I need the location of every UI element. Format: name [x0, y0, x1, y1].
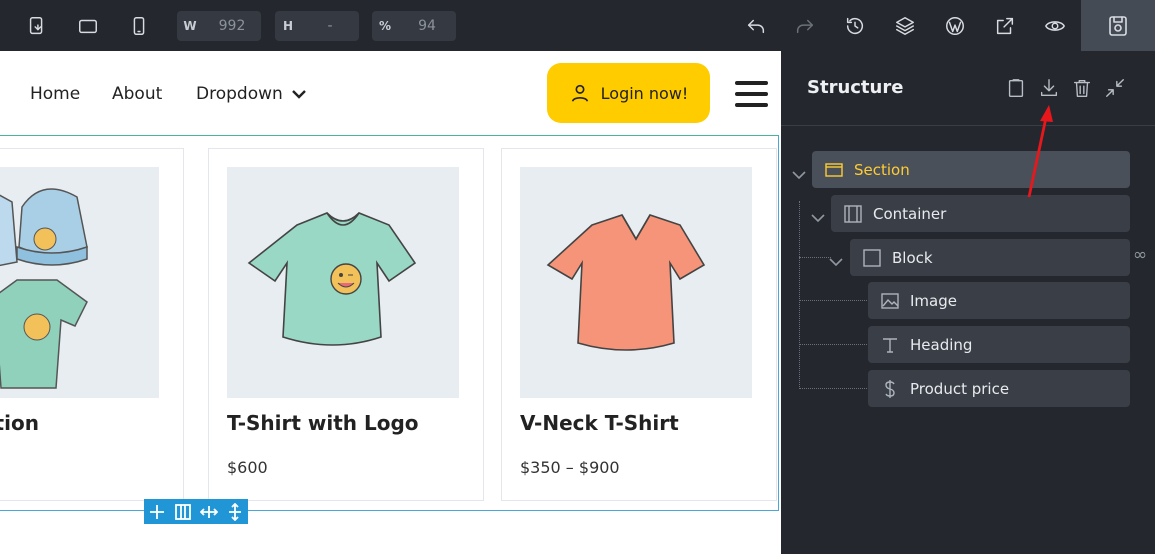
- save-icon: [1109, 15, 1127, 36]
- product-title[interactable]: V-Neck T-Shirt: [520, 411, 679, 435]
- container-icon: [843, 204, 863, 224]
- dollar-icon: [880, 379, 900, 399]
- move-vertical-icon: [229, 502, 241, 521]
- external-link-icon[interactable]: [988, 9, 1022, 43]
- product-card[interactable]: V-Neck T-Shirt $350 – $900: [501, 148, 777, 501]
- product-image-collection[interactable]: [0, 167, 159, 398]
- save-button[interactable]: [1081, 0, 1155, 51]
- trash-icon[interactable]: [1071, 77, 1094, 100]
- tree-node-image[interactable]: Image: [868, 282, 1130, 319]
- tree-line: [799, 388, 867, 389]
- mobile-portrait-icon[interactable]: [122, 9, 156, 43]
- panel-title: Structure: [807, 77, 904, 98]
- tablet-icon[interactable]: [71, 9, 105, 43]
- nav-home[interactable]: Home: [30, 84, 80, 104]
- heading-icon: [880, 335, 900, 355]
- chevron-down-icon[interactable]: [811, 208, 825, 223]
- tree-line: [799, 344, 867, 345]
- tree-line: [799, 257, 831, 258]
- section-icon: [824, 160, 844, 180]
- width-label: W: [183, 19, 197, 33]
- height-field[interactable]: H -: [275, 11, 359, 41]
- width-value[interactable]: 992: [203, 18, 261, 34]
- chevron-down-icon[interactable]: [829, 252, 843, 267]
- structure-panel: Structure Section Container Block ∞ Imag…: [781, 51, 1155, 554]
- wordpress-icon[interactable]: [938, 9, 972, 43]
- tree-node-label: Block: [892, 248, 933, 267]
- layers-icon[interactable]: [888, 9, 922, 43]
- tree-node-heading[interactable]: Heading: [868, 326, 1130, 363]
- hamburger-menu-icon[interactable]: [735, 81, 768, 107]
- undo-icon[interactable]: [739, 9, 773, 43]
- mobile-landscape-rotate-icon[interactable]: [20, 9, 54, 43]
- columns-icon: [175, 503, 191, 520]
- width-field[interactable]: W 992: [177, 11, 261, 41]
- product-price: $600: [227, 458, 268, 477]
- panel-divider: [781, 125, 1155, 126]
- tree-node-label: Product price: [910, 379, 1010, 398]
- move-horizontal-icon: [200, 505, 218, 518]
- product-image-vneck[interactable]: [520, 167, 752, 398]
- tree-line: [799, 300, 867, 301]
- zoom-value[interactable]: 94: [398, 18, 456, 34]
- tree-node-label: Heading: [910, 335, 973, 354]
- collapse-icon[interactable]: [1104, 77, 1127, 100]
- history-icon[interactable]: [838, 9, 872, 43]
- tree-node-product-price[interactable]: Product price: [868, 370, 1130, 407]
- nav-dropdown[interactable]: Dropdown: [196, 84, 283, 104]
- tree-node-container[interactable]: Container: [831, 195, 1130, 232]
- product-title[interactable]: Collection: [0, 411, 39, 435]
- infinity-icon[interactable]: ∞: [1133, 245, 1147, 265]
- site-header: Home About Dropdown Login now!: [0, 51, 781, 135]
- preview-eye-icon[interactable]: [1038, 9, 1072, 43]
- download-icon[interactable]: [1038, 77, 1061, 100]
- tree-node-label: Image: [910, 291, 957, 310]
- product-card[interactable]: T-Shirt with Logo $600: [208, 148, 484, 501]
- product-card[interactable]: Collection: [0, 148, 184, 501]
- tree-node-section[interactable]: Section: [812, 151, 1130, 188]
- builder-canvas: Home About Dropdown Login now! Co: [0, 51, 781, 554]
- add-icon: [150, 504, 164, 519]
- chevron-down-icon[interactable]: [792, 165, 806, 180]
- tree-node-block[interactable]: Block: [850, 239, 1130, 276]
- tree-node-label: Container: [873, 204, 947, 223]
- chevron-down-icon[interactable]: [291, 86, 307, 100]
- nav-about[interactable]: About: [112, 84, 162, 104]
- tree-node-label: Section: [854, 160, 910, 179]
- clipboard-icon[interactable]: [1005, 77, 1028, 100]
- annotation-arrow: [1027, 105, 1053, 198]
- image-icon: [880, 291, 900, 311]
- login-label: Login now!: [600, 83, 689, 103]
- element-handles[interactable]: [144, 499, 248, 524]
- product-price: $350 – $900: [520, 458, 620, 477]
- redo-icon[interactable]: [788, 9, 822, 43]
- tree-line: [799, 201, 800, 389]
- product-title[interactable]: T-Shirt with Logo: [227, 411, 419, 435]
- block-icon: [862, 248, 882, 268]
- zoom-field[interactable]: % 94: [372, 11, 456, 41]
- login-button[interactable]: Login now!: [547, 63, 710, 123]
- zoom-label: %: [378, 19, 392, 33]
- top-toolbar: W 992 H - % 94: [0, 0, 1155, 51]
- height-label: H: [282, 19, 294, 33]
- user-icon: [571, 84, 588, 102]
- height-value[interactable]: -: [301, 18, 359, 34]
- product-image-tshirt-logo[interactable]: [227, 167, 459, 398]
